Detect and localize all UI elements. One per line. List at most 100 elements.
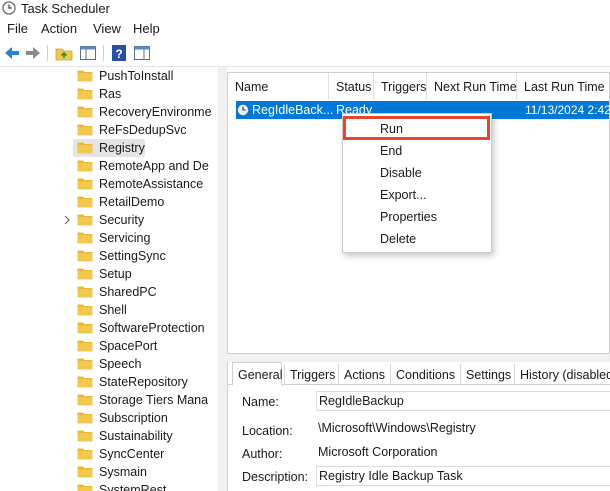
back-icon[interactable] bbox=[2, 43, 22, 63]
task-detail-pane: General Triggers Actions Conditions Sett… bbox=[227, 362, 610, 491]
folder-icon bbox=[77, 340, 93, 352]
tab-conditions[interactable]: Conditions bbox=[390, 364, 456, 385]
task-scheduler-icon bbox=[2, 1, 16, 15]
tree-item[interactable]: Sustainability bbox=[0, 427, 218, 445]
tree-item-label: Ras bbox=[99, 87, 122, 101]
menu-bar: File Action View Help bbox=[0, 18, 610, 39]
column-header-last-run-time[interactable]: Last Run Time bbox=[517, 73, 609, 99]
tree-item[interactable]: StateRepository bbox=[0, 373, 218, 391]
tree-item[interactable]: RemoteApp and De bbox=[0, 157, 218, 175]
tree-item-label: SharedPC bbox=[99, 285, 157, 299]
up-folder-icon[interactable] bbox=[54, 43, 74, 63]
tree-item[interactable]: RemoteAssistance bbox=[0, 175, 218, 193]
tree-item[interactable]: Registry bbox=[0, 139, 218, 157]
author-field[interactable]: Microsoft Corporation bbox=[316, 443, 610, 463]
tree-item[interactable]: Security bbox=[0, 211, 218, 229]
tree-item[interactable]: RetailDemo bbox=[0, 193, 218, 211]
context-menu-disable[interactable]: Disable bbox=[380, 166, 422, 180]
description-label: Description: bbox=[242, 470, 308, 484]
folder-icon bbox=[77, 88, 93, 100]
menu-file[interactable]: File bbox=[7, 21, 28, 36]
folder-icon bbox=[77, 286, 93, 298]
folder-icon bbox=[77, 466, 93, 478]
context-menu-end[interactable]: End bbox=[380, 144, 402, 158]
context-menu-delete[interactable]: Delete bbox=[380, 232, 416, 246]
column-header-status[interactable]: Status bbox=[329, 73, 374, 99]
window-title: Task Scheduler bbox=[21, 1, 110, 16]
tree-item[interactable]: SyncCenter bbox=[0, 445, 218, 463]
folder-icon bbox=[77, 196, 93, 208]
tree-item-label: RemoteApp and De bbox=[99, 159, 209, 173]
tree-item-label: Security bbox=[99, 213, 145, 227]
tree-item-label: SystemRest bbox=[99, 483, 167, 491]
name-field[interactable]: RegIdleBackup bbox=[316, 391, 610, 411]
tree-item-label: PushToInstall bbox=[99, 69, 174, 83]
toolbar: ? bbox=[0, 39, 610, 67]
tab-triggers[interactable]: Triggers bbox=[284, 364, 336, 385]
context-menu-run[interactable]: Run bbox=[380, 122, 403, 136]
column-header-label: Last Run Time bbox=[524, 80, 605, 94]
tree-item[interactable]: Sysmain bbox=[0, 463, 218, 481]
tree-item[interactable]: PushToInstall bbox=[0, 67, 218, 85]
column-header-label: Name bbox=[235, 80, 269, 94]
action-pane-icon[interactable] bbox=[132, 43, 152, 63]
tree-item-label: RecoveryEnvironme bbox=[99, 105, 212, 119]
tree-item[interactable]: Subscription bbox=[0, 409, 218, 427]
help-icon[interactable]: ? bbox=[109, 43, 129, 63]
tree-item[interactable]: Ras bbox=[0, 85, 218, 103]
menu-help[interactable]: Help bbox=[133, 21, 160, 36]
tree-item-label: Speech bbox=[99, 357, 142, 371]
location-field[interactable]: \Microsoft\Windows\Registry bbox=[316, 419, 610, 439]
context-menu-export[interactable]: Export... bbox=[380, 188, 427, 202]
horizontal-splitter[interactable] bbox=[227, 354, 610, 362]
tree-item[interactable]: Speech bbox=[0, 355, 218, 373]
toolbar-separator bbox=[103, 45, 104, 61]
menu-view[interactable]: View bbox=[93, 21, 121, 36]
folder-icon bbox=[77, 358, 93, 370]
menu-action[interactable]: Action bbox=[41, 21, 77, 36]
description-field[interactable]: Registry Idle Backup Task bbox=[316, 466, 610, 486]
tree-item[interactable]: SoftwareProtection bbox=[0, 319, 218, 337]
tree-item[interactable]: ReFsDedupSvc bbox=[0, 121, 218, 139]
tree-item-label: StateRepository bbox=[99, 375, 188, 389]
tree-item-label: Shell bbox=[99, 303, 127, 317]
folder-icon bbox=[77, 70, 93, 82]
folder-icon bbox=[77, 250, 93, 262]
column-header-name[interactable]: Name bbox=[228, 73, 329, 99]
tree-item-label: RetailDemo bbox=[99, 195, 165, 209]
tree-item[interactable]: SharedPC bbox=[0, 283, 218, 301]
folder-icon bbox=[77, 178, 93, 190]
column-header-label: Next Run Time bbox=[434, 80, 517, 94]
tree-item[interactable]: SpacePort bbox=[0, 337, 218, 355]
tree-item[interactable]: SettingSync bbox=[0, 247, 218, 265]
tree-item[interactable]: Setup bbox=[0, 265, 218, 283]
folder-icon bbox=[77, 214, 93, 226]
forward-icon[interactable] bbox=[23, 43, 43, 63]
vertical-splitter[interactable] bbox=[218, 67, 227, 491]
folder-icon bbox=[77, 142, 93, 154]
tab-settings[interactable]: Settings bbox=[460, 364, 514, 385]
folder-icon bbox=[77, 106, 93, 118]
column-header-triggers[interactable]: Triggers bbox=[374, 73, 427, 99]
tree-item-label: SoftwareProtection bbox=[99, 321, 205, 335]
tree-item[interactable]: Storage Tiers Mana bbox=[0, 391, 218, 409]
column-header-label: Triggers bbox=[381, 80, 427, 94]
context-menu-properties[interactable]: Properties bbox=[380, 210, 437, 224]
tab-history[interactable]: History (disabled) bbox=[514, 364, 610, 385]
show-hide-tree-icon[interactable] bbox=[78, 43, 98, 63]
tree-item[interactable]: Shell bbox=[0, 301, 218, 319]
tree-item-label: Storage Tiers Mana bbox=[99, 393, 209, 407]
tree-item-label: RemoteAssistance bbox=[99, 177, 204, 191]
tree-item-label: Sysmain bbox=[99, 465, 147, 479]
chevron-right-icon[interactable] bbox=[62, 214, 72, 226]
column-header-next-run-time[interactable]: Next Run Time bbox=[427, 73, 517, 99]
tree-item[interactable]: SystemRest bbox=[0, 481, 218, 491]
tab-general[interactable]: General bbox=[232, 362, 282, 386]
tree-item[interactable]: Servicing bbox=[0, 229, 218, 247]
tree-item-label: Servicing bbox=[99, 231, 151, 245]
tab-actions[interactable]: Actions bbox=[338, 364, 386, 385]
column-header-label: Status bbox=[336, 80, 372, 94]
folder-icon bbox=[77, 448, 93, 460]
tree-item[interactable]: RecoveryEnvironme bbox=[0, 103, 218, 121]
title-bar: Task Scheduler bbox=[0, 0, 610, 18]
